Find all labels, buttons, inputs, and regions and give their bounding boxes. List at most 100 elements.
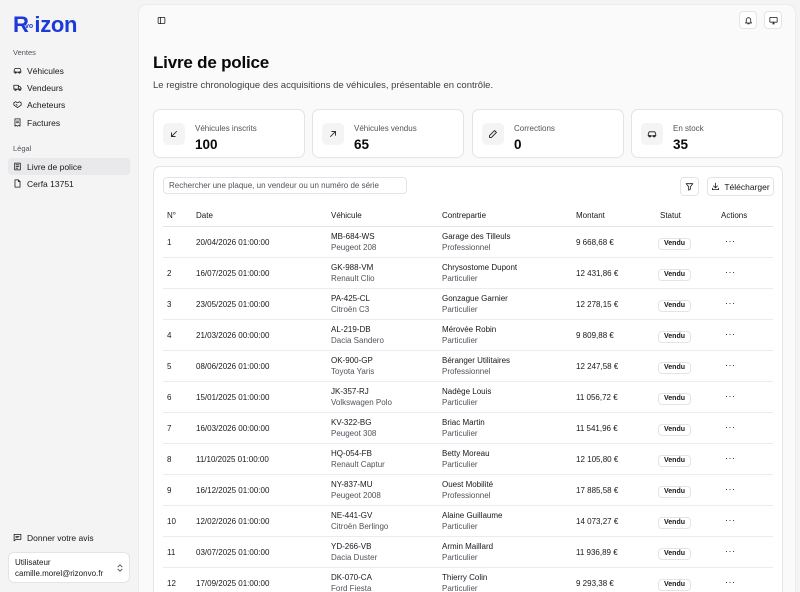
table-row[interactable]: 3 23/05/2025 01:00:00 PA-425-CL Citroën C3 G…: [163, 289, 773, 320]
row-model: Dacia Sandero: [331, 336, 384, 345]
row-actions-button[interactable]: ···: [725, 577, 737, 587]
stat-card-stock: En stock 35: [631, 109, 783, 158]
row-model: Citroën Berlingo: [331, 522, 389, 531]
table-row[interactable]: 2 16/07/2025 01:00:00 GK-988-VM Renault Cli…: [163, 258, 773, 289]
search-input[interactable]: [163, 177, 407, 194]
row-party: Alaine Guillaume: [442, 511, 503, 520]
message-icon: [13, 534, 22, 542]
row-date: 16/07/2025 01:00:00: [196, 269, 270, 278]
status-badge: Vendu: [658, 486, 692, 498]
row-date: 12/02/2026 01:00:00: [196, 517, 270, 526]
stat-label: Corrections: [514, 124, 555, 133]
table-row[interactable]: 8 11/10/2025 01:00:00 HQ-054-FB Renault Cap…: [163, 444, 773, 475]
logo-rest: izon: [34, 12, 78, 37]
table-row[interactable]: 7 16/03/2026 00:00:00 KV-322-BG Peugeot 308…: [163, 413, 773, 444]
row-plate: KV-322-BG: [331, 418, 372, 427]
row-party: Béranger Utilitaires: [442, 356, 511, 365]
table-row[interactable]: 12 17/09/2025 01:00:00 DK-070-CA Ford Fiest…: [163, 568, 773, 592]
row-party: Armin Maillard: [442, 542, 494, 551]
stat-card-inscrits: Véhicules inscrits 100: [153, 109, 305, 158]
row-party: Gonzague Garnier: [442, 294, 508, 303]
row-actions-button[interactable]: ···: [725, 329, 737, 339]
stat-value: 35: [673, 137, 689, 152]
user-menu[interactable]: Utilisateur camille.morel@rizonvo.fr: [8, 552, 130, 583]
sidebar-item-vehicules[interactable]: Véhicules: [8, 62, 130, 79]
row-actions-button[interactable]: ···: [725, 236, 737, 246]
row-actions-button[interactable]: ···: [725, 391, 737, 401]
table-row[interactable]: 11 03/07/2025 01:00:00 YD-266-VB Dacia Dust…: [163, 537, 773, 568]
row-model: Renault Captur: [331, 460, 385, 469]
row-plate: PA-425-CL: [331, 294, 370, 303]
sidebar-item-label: Factures: [27, 117, 61, 128]
row-number: 4: [167, 331, 172, 340]
row-number: 8: [167, 455, 172, 464]
sidebar-item-label: Cerfa 13751: [27, 178, 74, 189]
filter-button[interactable]: [680, 177, 699, 196]
download-button[interactable]: Télécharger: [707, 177, 774, 196]
sidebar-toggle-button[interactable]: [154, 13, 168, 27]
row-party-type: Professionnel: [442, 243, 491, 252]
table-row[interactable]: 1 20/04/2026 01:00:00 MB-684-WS Peugeot 208…: [163, 227, 773, 258]
display-button[interactable]: [764, 11, 782, 29]
row-model: Volkswagen Polo: [331, 398, 392, 407]
status-badge: Vendu: [658, 362, 692, 374]
row-actions-button[interactable]: ···: [725, 422, 737, 432]
main-content: Livre de police Le registre chronologiqu…: [139, 5, 795, 592]
row-actions-button[interactable]: ···: [725, 453, 737, 463]
handshake-icon: [13, 101, 22, 108]
table-row[interactable]: 9 16/12/2025 01:00:00 NY-837-MU Peugeot 200…: [163, 475, 773, 506]
page-title: Livre de police: [153, 53, 270, 72]
row-actions-button[interactable]: ···: [725, 515, 737, 525]
sidebar-item-factures[interactable]: Factures: [8, 114, 130, 131]
row-plate: NY-837-MU: [331, 480, 373, 489]
row-number: 9: [167, 486, 172, 495]
table-row[interactable]: 5 08/06/2026 01:00:00 OK-900-GP Toyota Yari…: [163, 351, 773, 382]
feedback-link[interactable]: Donner votre avis: [8, 529, 130, 546]
row-amount: 17 885,58 €: [576, 486, 619, 495]
sidebar-item-label: Véhicules: [27, 65, 64, 76]
row-party: Thierry Colin: [442, 573, 488, 582]
chevrons-up-down-icon: [117, 564, 123, 572]
row-model: Renault Clio: [331, 274, 375, 283]
row-party-type: Particulier: [442, 553, 478, 562]
row-date: 17/09/2025 01:00:00: [196, 579, 270, 588]
row-actions-button[interactable]: ···: [725, 298, 737, 308]
row-actions-button[interactable]: ···: [725, 360, 737, 370]
table-row[interactable]: 10 12/02/2026 01:00:00 NE-441-GV Citroën Be…: [163, 506, 773, 537]
notifications-button[interactable]: [739, 11, 757, 29]
row-actions-button[interactable]: ···: [725, 267, 737, 277]
row-number: 11: [167, 548, 176, 557]
row-amount: 12 247,58 €: [576, 362, 619, 371]
sidebar-item-livre-de-police[interactable]: Livre de police: [8, 158, 130, 175]
row-party-type: Particulier: [442, 398, 478, 407]
row-actions-button[interactable]: ···: [725, 546, 737, 556]
row-party: Ouest Mobilité: [442, 480, 494, 489]
row-amount: 11 056,72 €: [576, 393, 618, 402]
row-amount: 11 936,89 €: [576, 548, 618, 557]
table-row[interactable]: 6 15/01/2025 01:00:00 JK-357-RJ Volkswagen …: [163, 382, 773, 413]
row-number: 1: [167, 238, 172, 247]
arrow-up-right-icon: [330, 131, 336, 137]
sidebar-item-acheteurs[interactable]: Acheteurs: [8, 96, 130, 113]
row-model: Peugeot 308: [331, 429, 377, 438]
row-amount: 14 073,27 €: [576, 517, 619, 526]
column-header-montant: Montant: [576, 211, 605, 220]
row-plate: JK-357-RJ: [331, 387, 369, 396]
row-actions-button[interactable]: ···: [725, 484, 737, 494]
sidebar-item-vendeurs[interactable]: Vendeurs: [8, 79, 130, 96]
row-amount: 11 541,96 €: [576, 424, 618, 433]
row-party-type: Particulier: [442, 460, 478, 469]
table-row[interactable]: 4 21/03/2026 00:00:00 AL-219-DB Dacia Sande…: [163, 320, 773, 351]
status-badge: Vendu: [658, 269, 692, 281]
car-icon: [13, 68, 22, 74]
column-header-contrepartie: Contrepartie: [442, 211, 487, 220]
arrow-down-left-icon: [171, 131, 177, 137]
sidebar-item-cerfa[interactable]: Cerfa 13751: [8, 175, 130, 192]
row-party: Briac Martin: [442, 418, 485, 427]
row-plate: HQ-054-FB: [331, 449, 372, 458]
row-date: 16/03/2026 00:00:00: [196, 424, 270, 433]
row-plate: YD-266-VB: [331, 542, 372, 551]
status-badge: Vendu: [658, 517, 692, 529]
stat-card-vendus: Véhicules vendus 65: [312, 109, 464, 158]
brand-logo[interactable]: R vo izon: [13, 12, 77, 36]
